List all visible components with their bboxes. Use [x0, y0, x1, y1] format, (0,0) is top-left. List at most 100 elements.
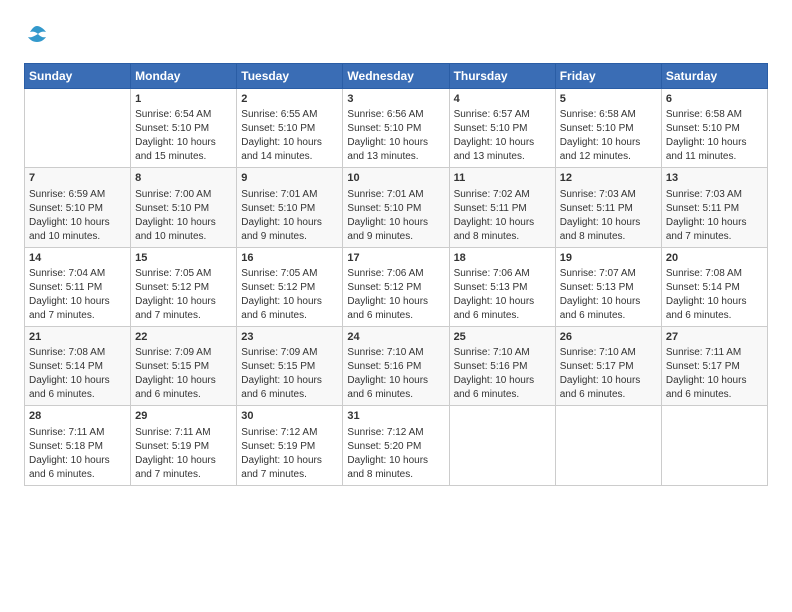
cell-line: and 6 minutes. — [666, 309, 763, 323]
cell-line: Sunrise: 7:00 AM — [135, 188, 232, 202]
calendar-cell: 24Sunrise: 7:10 AMSunset: 5:16 PMDayligh… — [343, 326, 449, 405]
day-number: 13 — [666, 171, 763, 186]
cell-line: Sunrise: 7:09 AM — [135, 346, 232, 360]
cell-line: Daylight: 10 hours — [135, 295, 232, 309]
cell-line: Sunset: 5:19 PM — [135, 440, 232, 454]
day-number: 11 — [454, 171, 551, 186]
cell-line: and 6 minutes. — [241, 309, 338, 323]
day-number: 26 — [560, 330, 657, 345]
cell-line: Sunset: 5:14 PM — [29, 360, 126, 374]
calendar-cell: 23Sunrise: 7:09 AMSunset: 5:15 PMDayligh… — [237, 326, 343, 405]
calendar-cell: 18Sunrise: 7:06 AMSunset: 5:13 PMDayligh… — [449, 247, 555, 326]
day-number: 8 — [135, 171, 232, 186]
cell-line: Daylight: 10 hours — [666, 216, 763, 230]
cell-line: Sunrise: 7:11 AM — [29, 426, 126, 440]
cell-line: and 12 minutes. — [560, 150, 657, 164]
calendar-row: 21Sunrise: 7:08 AMSunset: 5:14 PMDayligh… — [25, 326, 768, 405]
calendar-cell: 10Sunrise: 7:01 AMSunset: 5:10 PMDayligh… — [343, 168, 449, 247]
cell-line: Sunset: 5:10 PM — [560, 122, 657, 136]
day-number: 27 — [666, 330, 763, 345]
cell-line: and 6 minutes. — [29, 388, 126, 402]
cell-line: and 15 minutes. — [135, 150, 232, 164]
calendar-cell: 17Sunrise: 7:06 AMSunset: 5:12 PMDayligh… — [343, 247, 449, 326]
cell-line: Daylight: 10 hours — [560, 216, 657, 230]
cell-line: Daylight: 10 hours — [29, 216, 126, 230]
cell-line: Daylight: 10 hours — [347, 454, 444, 468]
day-number: 24 — [347, 330, 444, 345]
cell-line: Sunrise: 6:56 AM — [347, 108, 444, 122]
day-number: 15 — [135, 251, 232, 266]
day-number: 10 — [347, 171, 444, 186]
cell-line: Sunset: 5:16 PM — [347, 360, 444, 374]
cell-line: Sunset: 5:10 PM — [241, 122, 338, 136]
cell-line: Sunset: 5:19 PM — [241, 440, 338, 454]
day-number: 30 — [241, 409, 338, 424]
calendar-cell: 30Sunrise: 7:12 AMSunset: 5:19 PMDayligh… — [237, 406, 343, 485]
calendar-cell: 1Sunrise: 6:54 AMSunset: 5:10 PMDaylight… — [131, 88, 237, 167]
cell-line: Daylight: 10 hours — [454, 136, 551, 150]
calendar-row: 28Sunrise: 7:11 AMSunset: 5:18 PMDayligh… — [25, 406, 768, 485]
day-number: 19 — [560, 251, 657, 266]
day-number: 21 — [29, 330, 126, 345]
cell-line: Sunset: 5:10 PM — [29, 202, 126, 216]
cell-line: Daylight: 10 hours — [29, 454, 126, 468]
cell-line: Sunset: 5:17 PM — [666, 360, 763, 374]
cell-line: Daylight: 10 hours — [29, 374, 126, 388]
calendar-cell: 22Sunrise: 7:09 AMSunset: 5:15 PMDayligh… — [131, 326, 237, 405]
cell-line: Sunset: 5:13 PM — [454, 281, 551, 295]
cell-line: and 6 minutes. — [29, 468, 126, 482]
calendar-cell — [555, 406, 661, 485]
cell-line: Sunrise: 7:07 AM — [560, 267, 657, 281]
cell-line: and 10 minutes. — [135, 230, 232, 244]
calendar-cell: 29Sunrise: 7:11 AMSunset: 5:19 PMDayligh… — [131, 406, 237, 485]
calendar-cell: 19Sunrise: 7:07 AMSunset: 5:13 PMDayligh… — [555, 247, 661, 326]
cell-line: and 7 minutes. — [29, 309, 126, 323]
cell-line: and 6 minutes. — [347, 309, 444, 323]
calendar-cell: 25Sunrise: 7:10 AMSunset: 5:16 PMDayligh… — [449, 326, 555, 405]
day-number: 9 — [241, 171, 338, 186]
calendar-cell: 4Sunrise: 6:57 AMSunset: 5:10 PMDaylight… — [449, 88, 555, 167]
cell-line: Sunrise: 7:01 AM — [241, 188, 338, 202]
cell-line: Sunset: 5:12 PM — [241, 281, 338, 295]
cell-line: Sunset: 5:15 PM — [241, 360, 338, 374]
cell-line: Daylight: 10 hours — [666, 295, 763, 309]
logo — [24, 24, 48, 51]
cell-line: Daylight: 10 hours — [241, 454, 338, 468]
cell-line: Sunrise: 6:54 AM — [135, 108, 232, 122]
day-number: 31 — [347, 409, 444, 424]
cell-line: Sunset: 5:17 PM — [560, 360, 657, 374]
page: SundayMondayTuesdayWednesdayThursdayFrid… — [0, 0, 792, 612]
cell-line: Sunrise: 7:01 AM — [347, 188, 444, 202]
cell-line: Sunrise: 7:04 AM — [29, 267, 126, 281]
cell-line: Sunrise: 7:08 AM — [666, 267, 763, 281]
calendar-cell: 14Sunrise: 7:04 AMSunset: 5:11 PMDayligh… — [25, 247, 131, 326]
cell-line: and 6 minutes. — [454, 309, 551, 323]
cell-line: Daylight: 10 hours — [666, 374, 763, 388]
col-header-friday: Friday — [555, 63, 661, 88]
cell-line: Sunrise: 7:03 AM — [560, 188, 657, 202]
day-number: 1 — [135, 92, 232, 107]
calendar-cell — [25, 88, 131, 167]
calendar-cell: 15Sunrise: 7:05 AMSunset: 5:12 PMDayligh… — [131, 247, 237, 326]
day-number: 23 — [241, 330, 338, 345]
cell-line: Daylight: 10 hours — [135, 136, 232, 150]
day-number: 29 — [135, 409, 232, 424]
cell-line: Sunset: 5:10 PM — [347, 122, 444, 136]
cell-line: and 7 minutes. — [241, 468, 338, 482]
calendar-row: 14Sunrise: 7:04 AMSunset: 5:11 PMDayligh… — [25, 247, 768, 326]
cell-line: Sunrise: 7:06 AM — [347, 267, 444, 281]
logo-bird-icon — [26, 24, 48, 46]
cell-line: and 10 minutes. — [29, 230, 126, 244]
day-number: 17 — [347, 251, 444, 266]
calendar-cell: 3Sunrise: 6:56 AMSunset: 5:10 PMDaylight… — [343, 88, 449, 167]
cell-line: Daylight: 10 hours — [241, 374, 338, 388]
cell-line: Sunset: 5:11 PM — [666, 202, 763, 216]
cell-line: Daylight: 10 hours — [347, 295, 444, 309]
day-number: 3 — [347, 92, 444, 107]
cell-line: and 9 minutes. — [241, 230, 338, 244]
cell-line: Daylight: 10 hours — [560, 295, 657, 309]
cell-line: Sunset: 5:10 PM — [454, 122, 551, 136]
cell-line: Sunrise: 7:10 AM — [560, 346, 657, 360]
cell-line: Sunrise: 6:55 AM — [241, 108, 338, 122]
day-number: 5 — [560, 92, 657, 107]
